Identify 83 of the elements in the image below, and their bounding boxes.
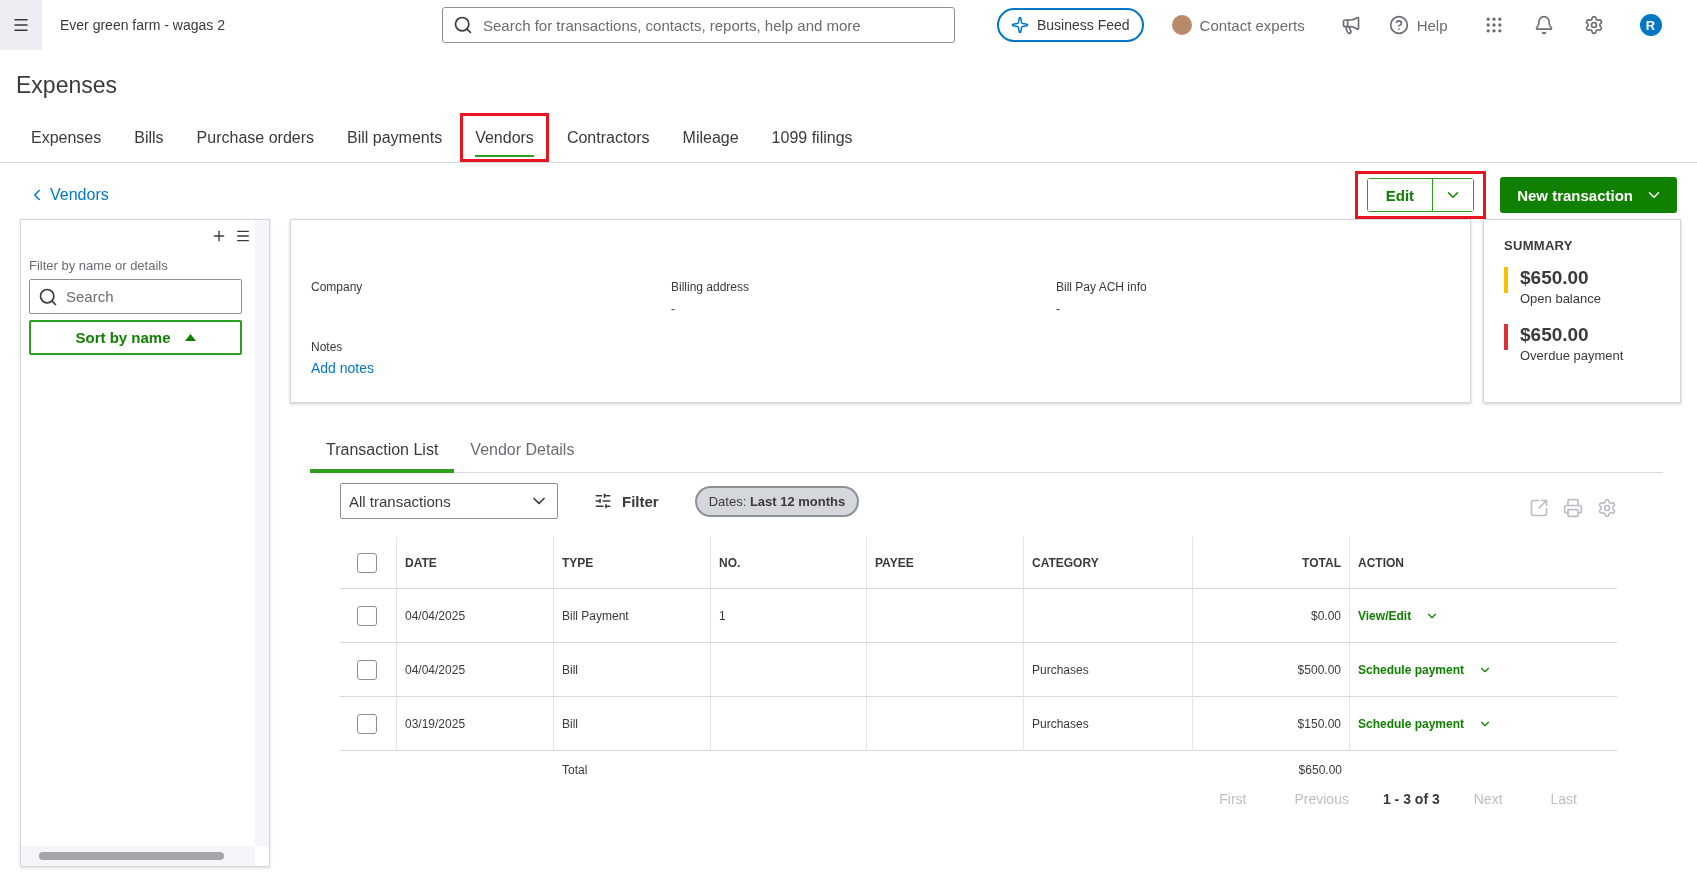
field-label: Bill Pay ACH info [1056,280,1148,294]
filter-label: Filter by name or details [29,258,169,273]
summary-label: Open balance [1520,291,1601,306]
table-cell: 04/04/2025 [397,589,554,643]
field-label: Billing address [671,280,751,294]
checkbox[interactable] [357,713,377,734]
summary-amount: $650.00 [1520,324,1590,346]
new-transaction-button[interactable]: New transaction [1500,177,1677,213]
nav-tab[interactable]: Expenses [16,113,117,162]
column-header: DATE [405,555,437,570]
back-link[interactable]: Vendors [28,186,109,204]
detail-tab[interactable]: Transaction List [310,431,455,473]
table-cell: Bill [554,643,711,697]
table-cell: $0.00 [1193,589,1350,643]
total-amount: $650.00 [1297,762,1343,779]
table-cell: Purchases [1024,697,1193,751]
avatar-icon [1171,15,1192,35]
table-cell: Bill Payment [554,589,711,643]
nav-tab[interactable]: Purchase orders [181,113,329,162]
settings-button[interactable] [1583,15,1604,35]
transaction-type-dropdown[interactable]: All transactions [340,483,558,519]
search-field[interactable]: Search for transactions, contacts, reports, help and more [442,7,955,43]
sparkle-icon [1011,16,1029,34]
user-avatar[interactable]: R [1639,14,1662,36]
table-cell: Purchases [1024,643,1193,697]
search-icon [453,15,473,35]
sliders-icon[interactable] [594,492,612,510]
summary-title: SUMMARY [1504,238,1574,253]
table-cell: 04/04/2025 [397,643,554,697]
checkbox[interactable] [357,552,377,573]
notifications-button[interactable] [1533,15,1554,35]
checkbox[interactable] [357,659,377,680]
table-cell: 03/19/2025 [397,697,554,751]
table-cell: $500.00 [1193,643,1350,697]
total-label: Total [561,762,589,779]
nav-tab[interactable]: Bill payments [332,113,458,162]
menu-icon [12,16,30,34]
detail-tab[interactable]: Vendor Details [454,431,591,473]
summary-label: Overdue payment [1520,348,1624,363]
nav-tab[interactable]: Mileage [667,113,754,162]
page-title: Expenses [16,72,118,99]
vertical-scrollbar[interactable] [255,220,269,846]
company-name: Ever green farm - wagas 2 [60,17,226,33]
business-feed-button[interactable]: Business Feed [997,8,1144,42]
column-header: ACTION [1358,555,1404,570]
list-icon [235,228,251,244]
action-button[interactable]: Schedule payment [1358,716,1493,731]
notes-label: Notes [311,340,344,354]
page-range: 1 - 3 of 3 [1381,791,1441,807]
menu-button[interactable] [0,0,42,50]
column-header: NO. [719,555,741,570]
horizontal-scrollbar[interactable] [21,846,255,866]
filter-button[interactable]: Filter [588,491,665,511]
triangle-up-icon[interactable] [184,334,196,341]
sort-button[interactable]: Sort by name [29,320,242,355]
dates-chip[interactable]: Dates: Last 12 months [694,485,860,517]
field-label: Company [311,280,364,294]
action-button[interactable]: Schedule payment [1358,662,1493,677]
table-cell: 1 [711,589,867,643]
vendor-search-field[interactable]: Search [29,279,242,314]
contact-experts-button[interactable]: Contact experts [1165,14,1311,36]
column-header: TYPE [562,555,594,570]
column-header: TOTAL [1302,555,1341,570]
help-icon[interactable] [1388,15,1409,35]
nav-tab[interactable]: Bills [119,113,179,162]
column-header: PAYEE [875,555,914,570]
edit-button[interactable]: Edit [1367,179,1434,211]
nav-tab[interactable]: 1099 filings [756,113,868,162]
column-header: CATEGORY [1032,555,1099,570]
summary-amount: $650.00 [1520,267,1590,289]
add-icon [211,228,227,244]
help-button[interactable]: Help [1382,14,1454,36]
field-value: - [671,302,676,316]
field-value: - [1056,302,1061,316]
search-icon [38,286,58,307]
nav-tab[interactable]: Vendors [460,113,549,162]
checkbox[interactable] [357,605,377,626]
add-notes-link[interactable]: Add notes [311,360,375,376]
action-button[interactable]: View/Edit [1358,608,1440,623]
table-cell: Bill [554,697,711,751]
megaphone-button[interactable] [1340,15,1361,35]
table-cell: $150.00 [1193,697,1350,751]
nav-tab[interactable]: Contractors [551,113,665,162]
